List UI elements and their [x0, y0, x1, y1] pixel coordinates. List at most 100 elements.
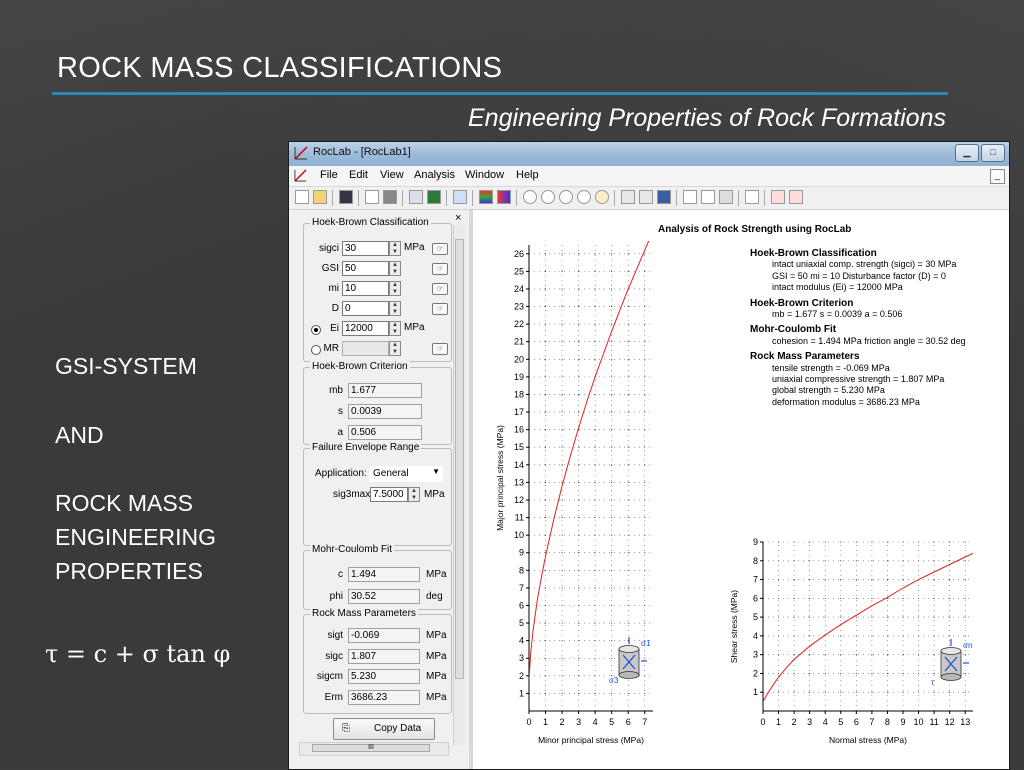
sigci-spinner[interactable]: ▲ ▼ — [389, 241, 401, 256]
ei-spinner[interactable]: ▲ ▼ — [389, 321, 401, 336]
menu-view[interactable]: View — [380, 169, 404, 181]
x-tick-label: 7 — [642, 717, 647, 727]
mr-field[interactable] — [342, 341, 389, 356]
d-field[interactable]: 0 — [342, 301, 389, 316]
graph-icon-5[interactable] — [771, 190, 785, 204]
excel-icon[interactable] — [427, 190, 441, 204]
minimize-button[interactable]: ▁ — [955, 144, 979, 162]
y-tick-label: 26 — [514, 249, 524, 259]
panel-horizontal-scrollbar[interactable]: III — [299, 742, 449, 756]
zoom-out-icon[interactable] — [577, 190, 591, 204]
scrollbar-thumb[interactable]: III — [312, 744, 430, 752]
open-icon[interactable] — [313, 190, 327, 204]
document-icon[interactable] — [294, 169, 307, 182]
group-label: Failure Envelope Range — [310, 442, 422, 453]
sigci-field[interactable]: 30 — [342, 241, 389, 256]
pick-hand-icon[interactable]: ☞ — [432, 303, 448, 315]
y-tick-label: 13 — [514, 477, 524, 487]
graph-icon-1[interactable] — [683, 190, 697, 204]
menu-analysis[interactable]: Analysis — [414, 169, 455, 181]
new-icon[interactable] — [295, 190, 309, 204]
y-tick-label: 3 — [519, 653, 524, 663]
sig3max-spinner[interactable]: ▲ ▼ — [408, 487, 420, 502]
color-scheme-icon[interactable] — [479, 190, 493, 204]
menu-edit[interactable]: Edit — [349, 169, 368, 181]
scrollbar-thumb[interactable] — [455, 239, 464, 679]
sigc-value: 1.807 — [348, 649, 420, 664]
mohr-coulomb-formula: τ = c + σ tan φ — [45, 640, 231, 668]
chart-2: 0 1 2 3 4 5 6 7 8 9 10 11 12 13123456789Normal stress… — [729, 537, 974, 745]
gsi-field[interactable]: 50 — [342, 261, 389, 276]
panel-vertical-scrollbar[interactable] — [453, 225, 465, 745]
menu-window[interactable]: Window — [465, 169, 504, 181]
y-tick-label: 3 — [753, 650, 758, 660]
erm-label: Erm — [324, 692, 343, 703]
print-icon[interactable] — [383, 190, 397, 204]
x-tick-label: 5 — [609, 717, 614, 727]
application-value: General — [373, 468, 409, 479]
pick-hand-icon[interactable]: ☞ — [432, 283, 448, 295]
gsi-spinner[interactable]: ▲ ▼ — [389, 261, 401, 276]
copy-data-button[interactable]: ⎘ Copy Data — [333, 718, 435, 740]
mi-field[interactable]: 10 — [342, 281, 389, 296]
sigc-label: sigc — [325, 651, 343, 662]
x-tick-label: 2 — [792, 717, 797, 727]
zoom-window-icon[interactable] — [541, 190, 555, 204]
inset-label: σn — [963, 641, 972, 650]
copy-icon[interactable] — [409, 190, 423, 204]
save-icon[interactable] — [339, 190, 353, 204]
cursor-icon[interactable] — [639, 190, 653, 204]
group-label: Rock Mass Parameters — [310, 608, 418, 619]
panel-close-icon[interactable]: × — [455, 212, 461, 224]
triaxial-specimen-icon: σ1 σ3 — [609, 637, 651, 685]
pick-hand-icon[interactable]: ☞ — [432, 263, 448, 275]
graph-icon-6[interactable] — [789, 190, 803, 204]
graph-icon-4[interactable] — [745, 190, 759, 204]
y-tick-label: 16 — [514, 425, 524, 435]
mr-spinner[interactable]: ▲ ▼ — [389, 341, 401, 356]
mi-spinner[interactable]: ▲ ▼ — [389, 281, 401, 296]
sigcm-unit: MPa — [426, 671, 447, 682]
toolbar — [289, 187, 1009, 210]
zoom-extents-icon[interactable] — [595, 190, 609, 204]
x-axis-label: Normal stress (MPa) — [829, 735, 907, 745]
x-tick-label: 11 — [929, 717, 938, 727]
s-value: 0.0039 — [348, 404, 422, 419]
y-tick-label: 24 — [514, 284, 524, 294]
side-line-gsi: GSI-SYSTEM — [55, 353, 197, 379]
ei-label: Ei — [330, 323, 339, 334]
graph-icon-2[interactable] — [701, 190, 715, 204]
sigc-unit: MPa — [426, 651, 447, 662]
print-preview-icon[interactable] — [365, 190, 379, 204]
zoom-in-icon[interactable] — [559, 190, 573, 204]
analysis-document: Analysis of Rock Strength using RocLab H… — [473, 210, 1009, 769]
display-icon[interactable] — [657, 190, 671, 204]
ei-field[interactable]: 12000 — [342, 321, 389, 336]
y-tick-label: 20 — [514, 354, 524, 364]
pick-hand-icon[interactable]: ☞ — [432, 243, 448, 255]
window-titlebar[interactable]: RocLab - [RocLab1] ▁ □ — [289, 142, 1009, 166]
zoom-all-icon[interactable] — [523, 190, 537, 204]
y-tick-label: 12 — [514, 495, 524, 505]
sigt-label: sigt — [327, 630, 343, 641]
chevron-down-icon[interactable]: ▼ — [432, 467, 440, 476]
charts-canvas: 0 1 2 3 4 5 6 712345678910111213141516171819202… — [495, 241, 974, 745]
x-axis-label: Minor principal stress (MPa) — [538, 735, 644, 745]
mdi-minimize-button[interactable]: _ — [990, 169, 1005, 184]
split-view-icon[interactable] — [453, 190, 467, 204]
sig3max-field[interactable]: 7.5000 — [370, 487, 408, 502]
side-line-properties: PROPERTIES — [55, 558, 203, 584]
pan-icon[interactable] — [621, 190, 635, 204]
application-select[interactable]: General ▼ — [369, 466, 443, 482]
menu-file[interactable]: File — [320, 169, 338, 181]
group-label: Mohr-Coulomb Fit — [310, 544, 395, 555]
pick-hand-icon[interactable]: ☞ — [432, 343, 448, 355]
menu-help[interactable]: Help — [516, 169, 539, 181]
d-spinner[interactable]: ▲ ▼ — [389, 301, 401, 316]
maximize-button[interactable]: □ — [981, 144, 1005, 162]
graph-icon-3[interactable] — [719, 190, 733, 204]
inset-label: σ1 — [641, 639, 651, 648]
bar-chart-icon[interactable] — [497, 190, 511, 204]
x-tick-label: 12 — [945, 717, 955, 727]
y-tick-label: 7 — [753, 575, 758, 585]
